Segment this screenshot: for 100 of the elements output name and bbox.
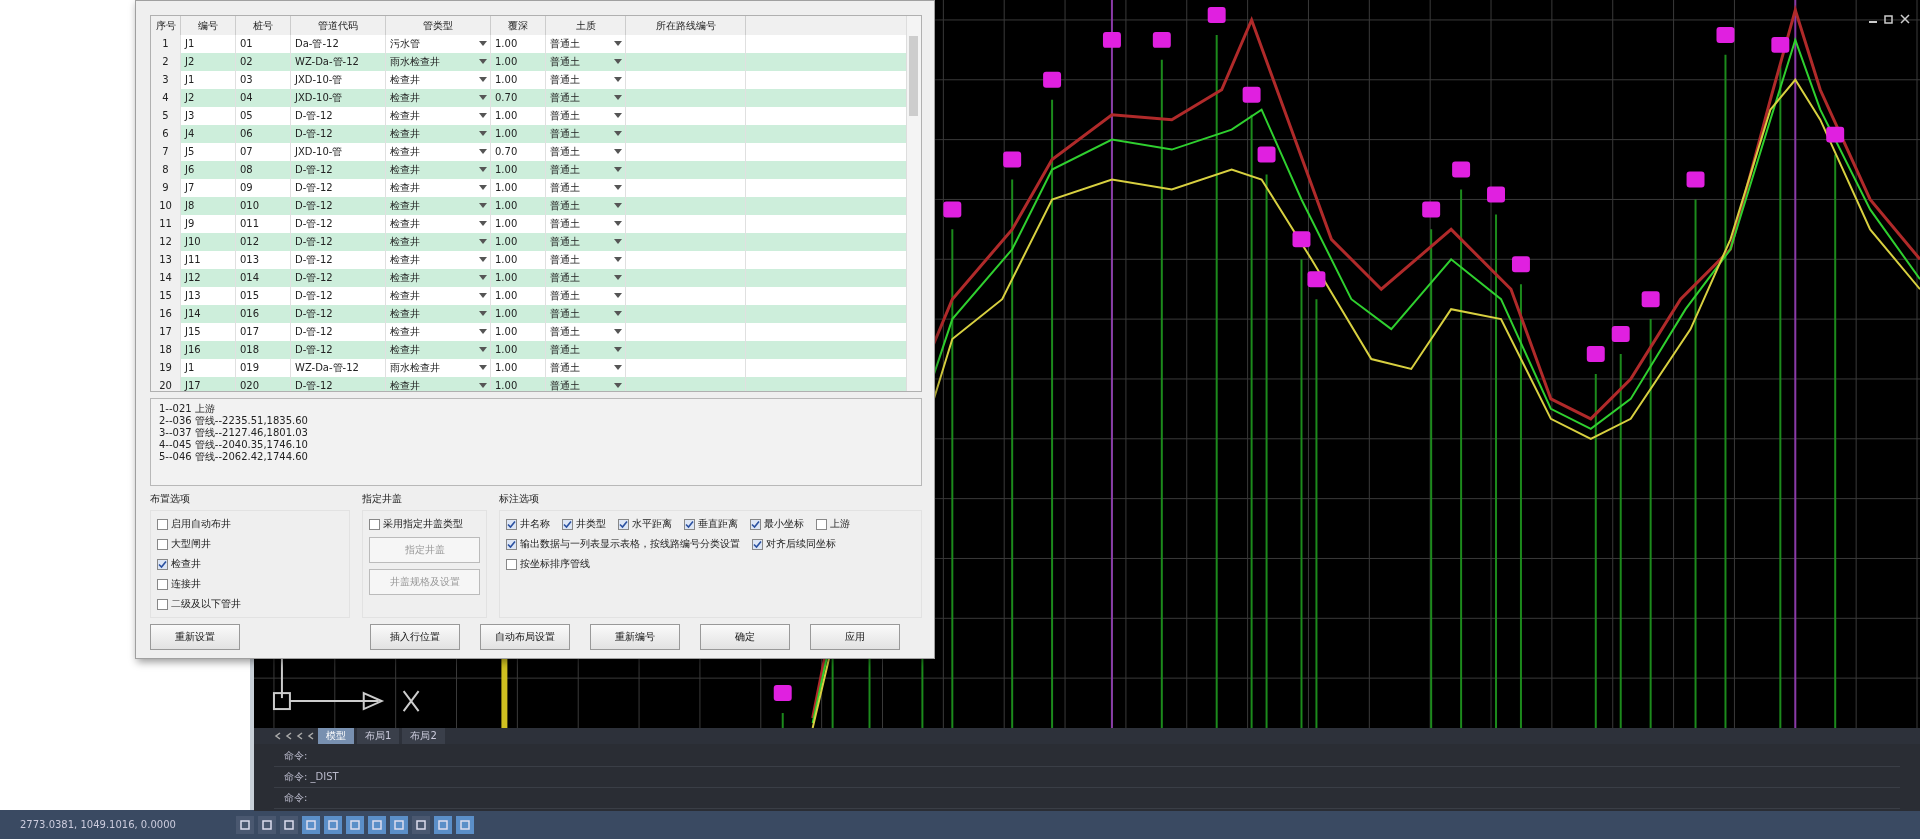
caret-icon[interactable] bbox=[479, 239, 487, 245]
checkbox-option[interactable]: 输出数据与一列表显示表格，按线路编号分类设置 bbox=[506, 537, 740, 551]
status-toggle-icon[interactable] bbox=[433, 815, 452, 834]
caret-icon[interactable] bbox=[479, 221, 487, 227]
caret-icon[interactable] bbox=[479, 347, 487, 353]
dialog-button[interactable]: 确定 bbox=[700, 624, 790, 650]
status-toggle-icon[interactable] bbox=[257, 815, 276, 834]
status-toggle-icon[interactable] bbox=[279, 815, 298, 834]
checkbox[interactable] bbox=[369, 518, 380, 530]
dropdown-cell[interactable]: 普通土 bbox=[546, 377, 626, 391]
checkbox[interactable] bbox=[157, 558, 168, 570]
caret-icon[interactable] bbox=[479, 383, 487, 389]
caret-icon[interactable] bbox=[614, 275, 622, 281]
checkbox[interactable] bbox=[618, 518, 629, 530]
checkbox-option[interactable]: 采用指定井盖类型 bbox=[369, 517, 480, 531]
checkbox-option[interactable]: 井类型 bbox=[562, 517, 606, 531]
checkbox[interactable] bbox=[750, 518, 761, 530]
caret-icon[interactable] bbox=[479, 203, 487, 209]
station-marker bbox=[943, 201, 962, 218]
checkbox-option[interactable]: 大型闸井 bbox=[157, 537, 247, 551]
checkbox[interactable] bbox=[157, 538, 168, 550]
checkbox-option[interactable]: 按坐标排序管线 bbox=[506, 557, 590, 571]
caret-icon[interactable] bbox=[614, 131, 622, 137]
status-toggle-icon[interactable] bbox=[301, 815, 320, 834]
caret-icon[interactable] bbox=[614, 347, 622, 353]
checkbox[interactable] bbox=[506, 558, 517, 570]
caret-icon[interactable] bbox=[479, 275, 487, 281]
checkbox-option[interactable]: 垂直距离 bbox=[684, 517, 738, 531]
dialog-button[interactable]: 应用 bbox=[810, 624, 900, 650]
caret-icon[interactable] bbox=[479, 167, 487, 173]
checkbox-option[interactable]: 井名称 bbox=[506, 517, 550, 531]
caret-icon[interactable] bbox=[614, 239, 622, 245]
row-number: 5 bbox=[151, 107, 181, 125]
checkbox[interactable] bbox=[562, 518, 573, 530]
caret-icon[interactable] bbox=[479, 365, 487, 371]
caret-icon[interactable] bbox=[614, 293, 622, 299]
caret-icon[interactable] bbox=[479, 95, 487, 101]
checkbox-option[interactable]: 最小坐标 bbox=[750, 517, 804, 531]
dialog-button[interactable]: 重新编号 bbox=[590, 624, 680, 650]
checkbox-option[interactable]: 连接井 bbox=[157, 577, 247, 591]
caret-icon[interactable] bbox=[614, 77, 622, 83]
caret-icon[interactable] bbox=[479, 149, 487, 155]
checkbox[interactable] bbox=[506, 518, 517, 530]
caret-icon[interactable] bbox=[614, 383, 622, 389]
checkbox-option[interactable]: 对齐后续同坐标 bbox=[752, 537, 836, 551]
caret-icon[interactable] bbox=[614, 113, 622, 119]
checkbox[interactable] bbox=[816, 518, 827, 530]
status-toggle-icon[interactable] bbox=[411, 815, 430, 834]
caret-icon[interactable] bbox=[614, 221, 622, 227]
caret-icon[interactable] bbox=[614, 185, 622, 191]
caret-icon[interactable] bbox=[479, 41, 487, 47]
station-marker bbox=[1152, 31, 1171, 48]
caret-icon[interactable] bbox=[614, 257, 622, 263]
checkbox[interactable] bbox=[684, 518, 695, 530]
checkbox[interactable] bbox=[752, 538, 763, 550]
scrollbar[interactable] bbox=[906, 16, 921, 391]
caret-icon[interactable] bbox=[614, 329, 622, 335]
caret-icon[interactable] bbox=[479, 257, 487, 263]
layout-tab[interactable]: 布局1 bbox=[357, 728, 400, 744]
checkbox-option[interactable]: 检查井 bbox=[157, 557, 247, 571]
status-toggle-icon[interactable] bbox=[389, 815, 408, 834]
checkbox[interactable] bbox=[157, 598, 168, 610]
checkbox-option[interactable]: 水平距离 bbox=[618, 517, 672, 531]
checkbox[interactable] bbox=[506, 538, 517, 550]
caret-icon[interactable] bbox=[614, 149, 622, 155]
dialog-button[interactable]: 自动布局设置 bbox=[480, 624, 570, 650]
caret-icon[interactable] bbox=[614, 167, 622, 173]
status-toggle-icon[interactable] bbox=[323, 815, 342, 834]
caret-icon[interactable] bbox=[614, 41, 622, 47]
checkbox[interactable] bbox=[157, 518, 168, 530]
checkbox-option[interactable]: 二级及以下管井 bbox=[157, 597, 247, 611]
caret-icon[interactable] bbox=[479, 113, 487, 119]
checkbox[interactable] bbox=[157, 578, 168, 590]
status-toggle-icon[interactable] bbox=[345, 815, 364, 834]
restore-icon[interactable] bbox=[1884, 14, 1894, 24]
row-number: 14 bbox=[151, 269, 181, 287]
caret-icon[interactable] bbox=[614, 95, 622, 101]
status-toggle-icon[interactable] bbox=[367, 815, 386, 834]
status-toggle-icon[interactable] bbox=[235, 815, 254, 834]
caret-icon[interactable] bbox=[479, 311, 487, 317]
caret-icon[interactable] bbox=[479, 131, 487, 137]
caret-icon[interactable] bbox=[614, 365, 622, 371]
caret-icon[interactable] bbox=[479, 185, 487, 191]
caret-icon[interactable] bbox=[614, 203, 622, 209]
caret-icon[interactable] bbox=[614, 311, 622, 317]
caret-icon[interactable] bbox=[614, 59, 622, 65]
caret-icon[interactable] bbox=[479, 293, 487, 299]
caret-icon[interactable] bbox=[479, 329, 487, 335]
caret-icon[interactable] bbox=[479, 77, 487, 83]
row-number: 13 bbox=[151, 251, 181, 269]
caret-icon[interactable] bbox=[479, 59, 487, 65]
layout-tab[interactable]: 布局2 bbox=[402, 728, 445, 744]
close-icon[interactable] bbox=[1900, 14, 1910, 24]
checkbox-option[interactable]: 上游 bbox=[816, 517, 850, 531]
checkbox-option[interactable]: 启用自动布井 bbox=[157, 517, 247, 531]
station-line bbox=[781, 712, 784, 728]
dropdown-cell[interactable]: 检查井 bbox=[386, 377, 491, 391]
dialog-button[interactable]: 重新设置 bbox=[150, 624, 240, 650]
dialog-button[interactable]: 插入行位置 bbox=[370, 624, 460, 650]
status-toggle-icon[interactable] bbox=[455, 815, 474, 834]
